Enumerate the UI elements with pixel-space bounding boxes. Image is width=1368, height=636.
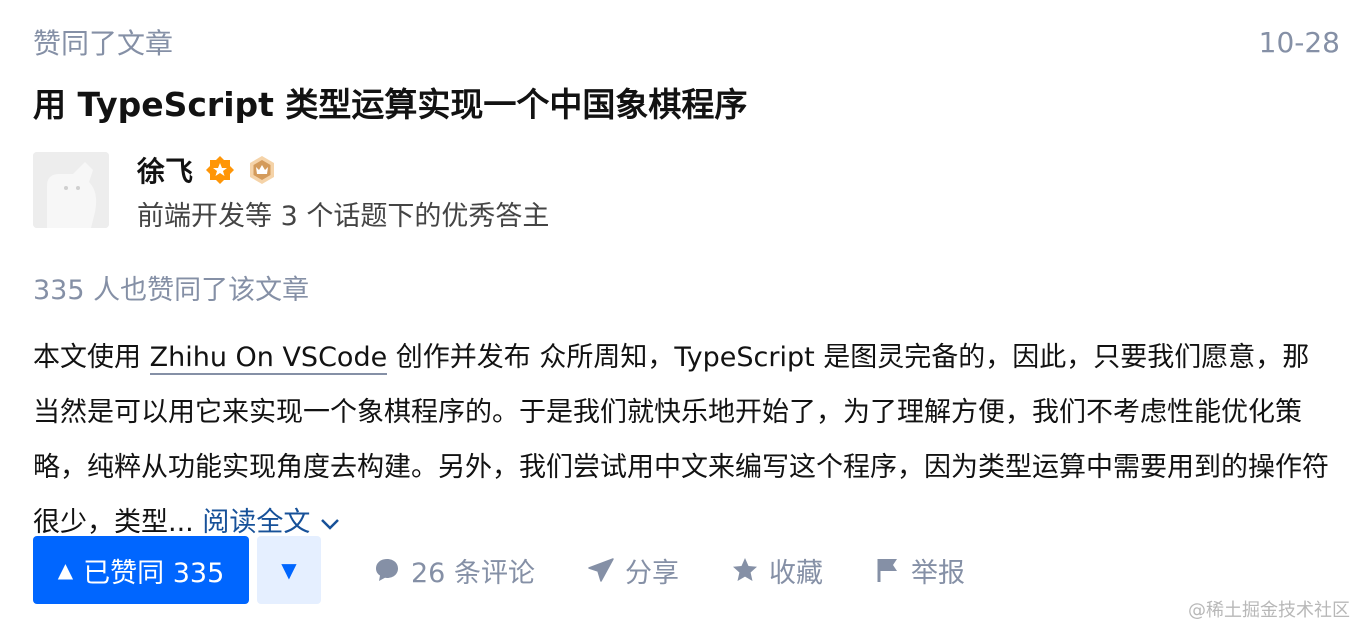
voters-count[interactable]: 335 人也赞同了该文章 <box>33 268 309 307</box>
action-label: 赞同了文章 <box>33 27 174 60</box>
read-more-button[interactable]: 阅读全文 <box>202 507 341 538</box>
favorite-label: 收藏 <box>768 557 823 589</box>
default-avatar-icon <box>33 152 109 228</box>
star-icon <box>732 558 757 581</box>
article-excerpt[interactable]: 本文使用 Zhihu On VSCode 创作并发布 众所周知，TypeScri… <box>33 330 1333 550</box>
chevron-down-icon <box>319 507 341 538</box>
crown-badge-icon[interactable] <box>247 155 277 185</box>
favorite-button[interactable]: 收藏 <box>731 551 823 590</box>
share-button[interactable]: 分享 <box>587 551 679 590</box>
excerpt-prefix: 本文使用 <box>33 342 150 373</box>
verified-badge-icon[interactable] <box>205 155 235 185</box>
feed-header: 赞同了文章 10-28 <box>33 22 1340 62</box>
comment-bubble-icon <box>376 559 398 581</box>
triangle-up-icon: ▲ <box>57 558 74 582</box>
share-label: 分享 <box>624 557 679 589</box>
author-headline: 前端开发等 3 个话题下的优秀答主 <box>137 201 550 232</box>
article-title[interactable]: 用 TypeScript 类型运算实现一个中国象棋程序 <box>33 78 747 126</box>
author-name[interactable]: 徐飞 <box>137 150 193 190</box>
avatar[interactable] <box>33 152 109 228</box>
flag-icon <box>877 559 897 582</box>
author-block: 徐飞 前端开发等 3 个话题下的优秀答主 <box>33 152 549 233</box>
source-link[interactable]: Zhihu On VSCode <box>149 342 388 375</box>
comments-label: 26 条评论 <box>411 557 535 589</box>
vote-down-button[interactable]: ▼ <box>257 536 321 604</box>
vote-up-button[interactable]: ▲ 已赞同 335 <box>33 536 249 604</box>
vote-up-label: 已赞同 335 <box>83 557 225 589</box>
action-bar: ▲ 已赞同 335 ▼ 26 条评论 分享 收藏 举报 <box>33 536 965 604</box>
paper-plane-icon <box>588 558 614 582</box>
report-button[interactable]: 举报 <box>875 551 965 590</box>
activity-date: 10-28 <box>1258 25 1340 59</box>
report-label: 举报 <box>910 557 965 589</box>
comments-button[interactable]: 26 条评论 <box>373 551 535 590</box>
triangle-down-icon: ▼ <box>281 558 297 582</box>
read-more-label: 阅读全文 <box>202 507 311 538</box>
watermark: @稀土掘金技术社区 <box>1188 600 1350 621</box>
